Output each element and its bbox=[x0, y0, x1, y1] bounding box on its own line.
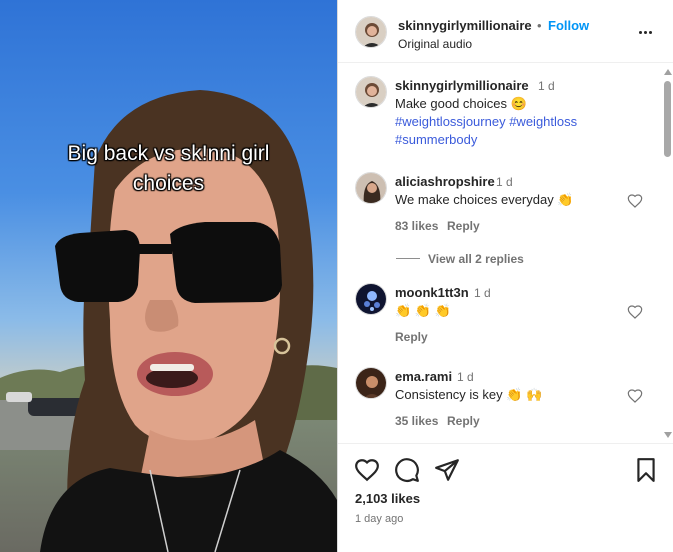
author-username[interactable]: skinnygirlymillionaire bbox=[398, 18, 532, 33]
caption-hashtags-line-2: #summerbody bbox=[395, 131, 477, 149]
post-timestamp[interactable]: 1 day ago bbox=[355, 513, 403, 525]
caption-hashtags: #weightlossjourney #weightloss bbox=[395, 113, 577, 131]
comment-text: Consistency is key 👏 🙌 bbox=[395, 387, 543, 402]
post-sidebar: skinnygirlymillionaire • Follow Original… bbox=[337, 0, 673, 552]
like-heart-icon[interactable] bbox=[627, 388, 643, 404]
commenter-avatar[interactable] bbox=[355, 283, 387, 315]
comments-list[interactable]: skinnygirlymillionaire 1 d Make good cho… bbox=[338, 64, 673, 444]
video-caption-line-2: choices bbox=[132, 172, 205, 195]
commenter-username[interactable]: moonk1tt3n bbox=[395, 285, 469, 300]
audio-label[interactable]: Original audio bbox=[398, 37, 472, 51]
caption-username[interactable]: skinnygirlymillionaire bbox=[395, 78, 529, 93]
comments-scrollbar[interactable] bbox=[662, 64, 673, 443]
more-horizontal-icon[interactable] bbox=[635, 22, 655, 42]
scroll-up-arrow-icon[interactable] bbox=[664, 69, 672, 75]
comment-time[interactable]: 1 d bbox=[474, 286, 491, 300]
comment-time[interactable]: 1 d bbox=[496, 175, 513, 189]
caption-time[interactable]: 1 d bbox=[538, 79, 555, 93]
caption-avatar[interactable] bbox=[355, 76, 387, 108]
post-header: skinnygirlymillionaire • Follow Original… bbox=[338, 0, 673, 63]
reply-button[interactable]: Reply bbox=[447, 219, 480, 233]
caption-text: Make good choices 😊 bbox=[395, 96, 527, 111]
like-heart-icon[interactable] bbox=[627, 304, 643, 320]
hashtag-link[interactable]: #weightlossjourney bbox=[395, 114, 506, 129]
like-heart-icon[interactable] bbox=[354, 457, 380, 483]
comment-time[interactable]: 1 d bbox=[457, 370, 474, 384]
commenter-avatar[interactable] bbox=[355, 172, 387, 204]
view-replies-button[interactable]: View all 2 replies bbox=[428, 252, 524, 266]
bookmark-icon[interactable] bbox=[633, 457, 659, 483]
post-actions: 2,103 likes 1 day ago bbox=[338, 444, 673, 552]
hashtag-link[interactable]: #summerbody bbox=[395, 132, 477, 147]
comment-likes[interactable]: 83 likes bbox=[395, 219, 438, 233]
video-caption-line-1: Big back vs sk!nni girl bbox=[67, 142, 270, 165]
like-heart-icon[interactable] bbox=[627, 193, 643, 209]
reply-button[interactable]: Reply bbox=[447, 414, 480, 428]
reply-button[interactable]: Reply bbox=[395, 330, 428, 344]
comment-bubble-icon[interactable] bbox=[394, 457, 420, 483]
comment-likes[interactable]: 35 likes bbox=[395, 414, 438, 428]
hashtag-link[interactable]: #weightloss bbox=[509, 114, 577, 129]
header-separator: • bbox=[537, 18, 542, 33]
reel-video[interactable]: Big back vs sk!nni girl choices bbox=[0, 0, 337, 552]
video-frame-illustration bbox=[0, 90, 337, 552]
post-likes-count[interactable]: 2,103 likes bbox=[355, 491, 420, 506]
commenter-avatar[interactable] bbox=[355, 367, 387, 399]
follow-button[interactable]: Follow bbox=[548, 18, 589, 33]
scroll-down-arrow-icon[interactable] bbox=[664, 432, 672, 438]
share-paper-plane-icon[interactable] bbox=[434, 457, 460, 483]
commenter-username[interactable]: aliciashropshire bbox=[395, 174, 495, 189]
replies-divider bbox=[396, 258, 420, 259]
scrollbar-thumb[interactable] bbox=[664, 81, 671, 157]
comment-text: We make choices everyday 👏 bbox=[395, 192, 574, 207]
comment-text: 👏 👏 👏 bbox=[395, 303, 451, 318]
commenter-username[interactable]: ema.rami bbox=[395, 369, 452, 384]
author-avatar[interactable] bbox=[355, 16, 387, 48]
